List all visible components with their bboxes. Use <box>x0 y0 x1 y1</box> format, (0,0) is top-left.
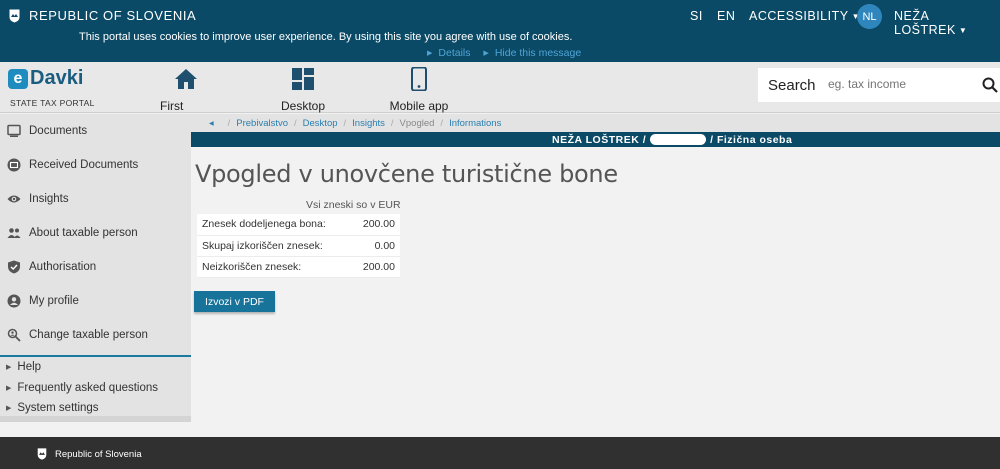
main-content: Vpogled v unovčene turistične bone Vsi z… <box>191 147 1000 437</box>
row-label: Neizkoriščen znesek: <box>197 256 352 278</box>
search-box: Search <box>758 68 1000 102</box>
row-value: 0.00 <box>351 235 400 257</box>
sidebar-item-about-taxable-person[interactable]: About taxable person <box>0 216 191 250</box>
breadcrumb-separator: / <box>343 117 347 129</box>
mobile-icon <box>411 67 427 91</box>
language-si[interactable]: SI <box>690 9 703 23</box>
document-icon <box>7 124 21 137</box>
triangle-right-icon: ▶ <box>6 384 12 392</box>
logo-word: Davki <box>30 67 84 89</box>
shield-check-icon <box>8 260 20 274</box>
nav-label: Mobile app <box>389 99 449 113</box>
export-pdf-button[interactable]: Izvozi v PDF <box>194 291 275 312</box>
eye-icon <box>7 195 21 203</box>
accessibility-label: ACCESSIBILITY <box>749 9 849 23</box>
search-input[interactable] <box>828 77 968 91</box>
breadcrumb-separator: / <box>390 117 394 129</box>
footer-government-name: Republic of Slovenia <box>55 448 142 460</box>
breadcrumb-separator: / <box>294 117 297 129</box>
breadcrumb: ◀ / Prebivalstvo / Desktop / Insights / … <box>191 114 1000 132</box>
accessibility-menu[interactable]: ACCESSIBILITY ▼ <box>749 9 860 23</box>
back-arrow-icon[interactable]: ◀ <box>209 120 214 127</box>
edavki-logo[interactable]: e Davki <box>8 67 83 90</box>
cookie-notice: This portal uses cookies to improve user… <box>79 31 573 43</box>
triangle-right-icon: ▶ <box>483 50 489 57</box>
cookie-details-link[interactable]: Details <box>438 47 470 59</box>
sidebar-footer-strip <box>0 416 191 422</box>
sidebar-link-label: System settings <box>17 402 99 415</box>
sidebar-item-insights[interactable]: Insights <box>0 182 191 216</box>
taxpayer-type: / Fizična oseba <box>710 133 793 146</box>
nav-label: Desktop <box>280 99 326 113</box>
taxpayer-name: NEŽA LOŠTREK / <box>552 133 647 146</box>
row-value: 200.00 <box>351 256 400 278</box>
sidebar-item-documents[interactable]: Documents <box>0 114 191 148</box>
people-icon <box>7 228 21 238</box>
sidebar-item-received-documents[interactable]: Received Documents <box>0 148 191 182</box>
sidebar-link-faq[interactable]: ▶ Frequently asked questions <box>0 378 191 399</box>
table-row: Skupaj izkoriščen znesek: 0.00 <box>197 235 400 257</box>
sidebar-link-label: Frequently asked questions <box>17 381 159 394</box>
logo-badge: e <box>8 68 28 89</box>
dashboard-icon <box>292 68 314 90</box>
government-link[interactable]: REPUBLIC OF SLOVENIA <box>9 8 196 23</box>
breadcrumb-current: Vpogled <box>399 117 435 129</box>
caret-down-icon: ▼ <box>958 26 968 35</box>
breadcrumb-separator: / <box>227 117 231 129</box>
triangle-right-icon: ▶ <box>6 364 12 372</box>
sidebar-item-change-taxable-person[interactable]: Change taxable person <box>0 318 191 352</box>
sidebar-item-label: Insights <box>29 193 69 205</box>
breadcrumb-separator: / <box>440 117 444 129</box>
voucher-table: Znesek dodeljenega bona: 200.00 Skupaj i… <box>197 214 400 278</box>
avatar[interactable]: NL <box>857 4 882 29</box>
taxpayer-bar: NEŽA LOŠTREK / / Fizična oseba <box>191 132 1000 147</box>
table-row: Neizkoriščen znesek: 200.00 <box>197 256 400 278</box>
breadcrumb-item[interactable]: Informations <box>449 118 501 129</box>
profile-icon <box>7 294 21 308</box>
nav-desktop[interactable]: Desktop <box>277 67 329 113</box>
user-menu[interactable]: NEŽA LOŠTREK ▼ <box>894 9 1000 37</box>
triangle-right-icon: ▶ <box>6 405 12 413</box>
search-icon[interactable] <box>982 77 998 93</box>
user-name: NEŽA LOŠTREK <box>894 9 956 37</box>
table-row: Znesek dodeljenega bona: 200.00 <box>197 214 400 236</box>
breadcrumb-item[interactable]: Prebivalstvo <box>236 118 288 129</box>
sidebar-item-label: Authorisation <box>29 261 97 273</box>
redacted-tax-number <box>650 134 707 145</box>
breadcrumb-item[interactable]: Insights <box>352 118 385 129</box>
home-icon <box>175 69 197 89</box>
search-person-icon <box>7 328 21 342</box>
row-label: Znesek dodeljenega bona: <box>197 214 352 236</box>
nav-mobile-app[interactable]: Mobile app <box>388 67 450 113</box>
sidebar-item-my-profile[interactable]: My profile <box>0 284 191 318</box>
footer-government-link[interactable]: Republic of Slovenia <box>37 448 142 460</box>
sidebar-item-label: Documents <box>29 125 88 137</box>
currency-note: Vsi zneski so v EUR <box>306 199 401 211</box>
breadcrumb-item[interactable]: Desktop <box>303 118 338 129</box>
cookie-hide-link[interactable]: Hide this message <box>495 47 581 59</box>
sidebar-link-help[interactable]: ▶ Help <box>0 357 191 378</box>
inbox-icon <box>7 158 21 172</box>
page-title: Vpogled v unovčene turistične bone <box>195 160 618 188</box>
government-name: REPUBLIC OF SLOVENIA <box>29 8 197 23</box>
slovenia-crest-icon <box>37 448 47 460</box>
sidebar-link-label: Help <box>17 361 42 374</box>
slovenia-crest-icon <box>9 9 20 22</box>
row-value: 200.00 <box>351 214 400 236</box>
triangle-right-icon: ▶ <box>427 50 433 57</box>
top-bar: REPUBLIC OF SLOVENIA SI EN ACCESSIBILITY… <box>0 0 1000 62</box>
language-en[interactable]: EN <box>717 9 735 23</box>
sidebar: Documents Received Documents Insights Ab… <box>0 114 191 422</box>
portal-label: STATE TAX PORTAL <box>10 98 95 108</box>
sidebar-item-label: About taxable person <box>29 227 138 239</box>
cookie-links: ▶ Details ▶ Hide this message <box>427 47 591 59</box>
row-label: Skupaj izkoriščen znesek: <box>197 235 352 257</box>
header: e Davki STATE TAX PORTAL First page Desk… <box>0 62 1000 127</box>
sidebar-item-label: Received Documents <box>29 159 139 171</box>
sidebar-item-label: Change taxable person <box>29 329 148 341</box>
footer: Republic of Slovenia <box>0 437 1000 469</box>
sidebar-item-label: My profile <box>29 295 79 307</box>
search-label: Search <box>768 77 816 94</box>
sidebar-item-authorisation[interactable]: Authorisation <box>0 250 191 284</box>
